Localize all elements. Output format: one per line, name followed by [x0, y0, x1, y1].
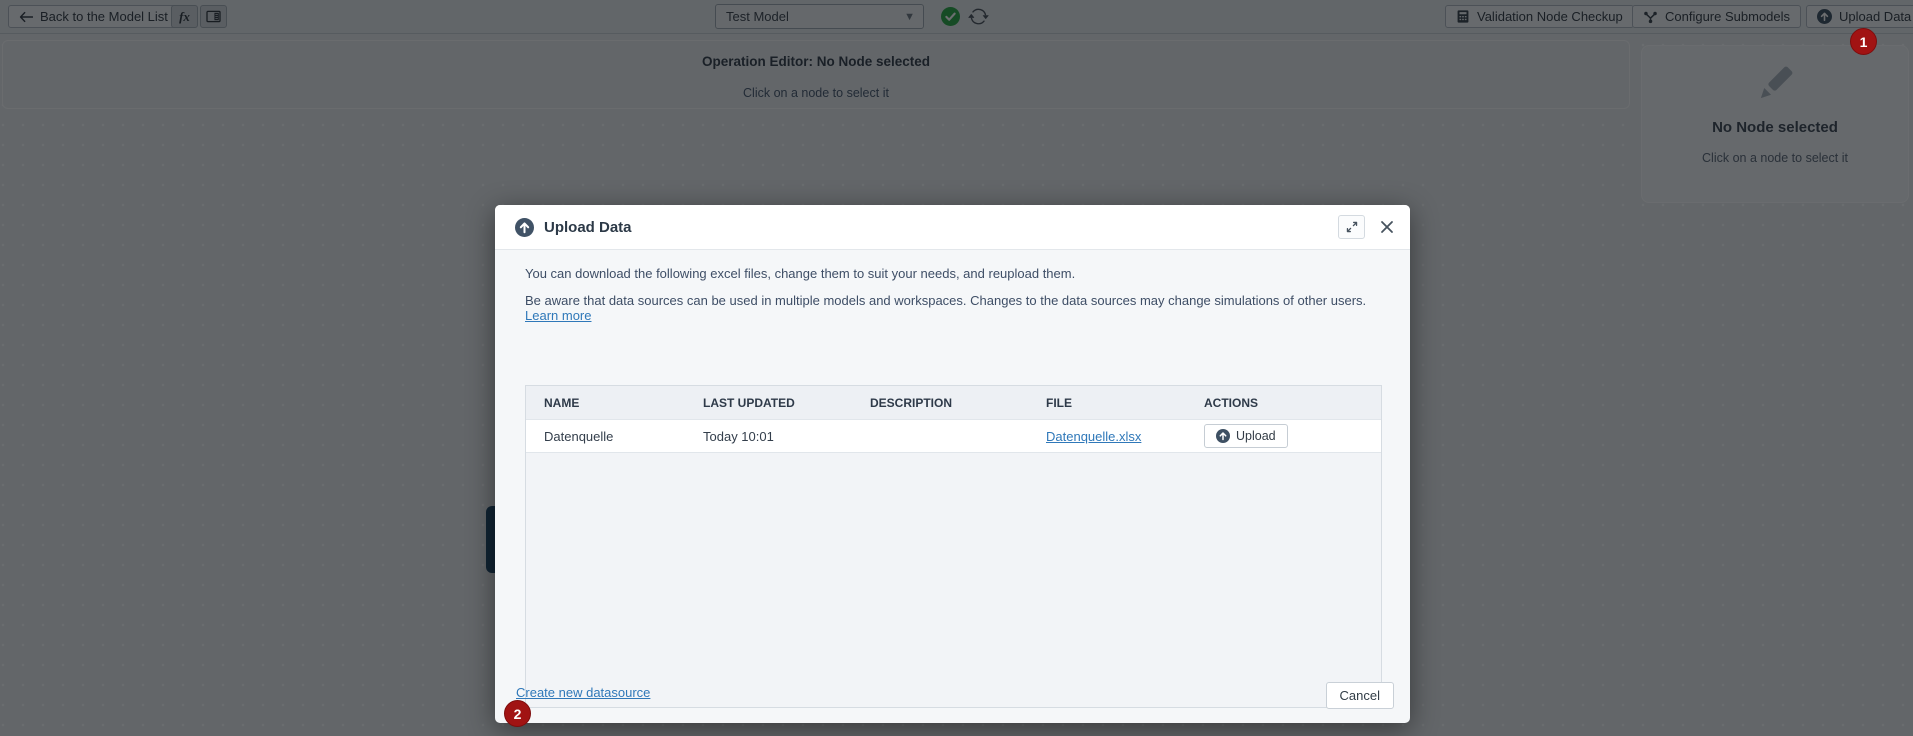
- row-upload-label: Upload: [1236, 429, 1276, 443]
- cell-last-updated: Today 10:01: [703, 429, 870, 444]
- col-description: DESCRIPTION: [870, 396, 1046, 410]
- datasource-table: NAME LAST UPDATED DESCRIPTION FILE ACTIO…: [525, 385, 1382, 708]
- learn-more-link[interactable]: Learn more: [525, 308, 591, 323]
- modal-title: Upload Data: [544, 219, 632, 236]
- modal-header: Upload Data: [495, 205, 1410, 250]
- app-screen: Back to the Model List fx Test Model ▼: [0, 0, 1913, 736]
- col-file: FILE: [1046, 396, 1204, 410]
- intro-line-2: Be aware that data sources can be used i…: [525, 293, 1380, 324]
- modal-body: You can download the following excel fil…: [495, 250, 1410, 723]
- col-actions: ACTIONS: [1204, 396, 1381, 410]
- expand-modal-button[interactable]: [1338, 215, 1365, 239]
- create-new-datasource-link[interactable]: Create new datasource: [516, 685, 650, 700]
- cell-name: Datenquelle: [544, 429, 703, 444]
- upload-data-modal: Upload Data You can download the followi…: [495, 205, 1410, 723]
- upload-circle-icon: [515, 218, 534, 237]
- step-badge-2: 2: [504, 700, 531, 727]
- cancel-button[interactable]: Cancel: [1326, 682, 1394, 709]
- expand-arrows-icon: [1345, 220, 1359, 234]
- table-row: Datenquelle Today 10:01 Datenquelle.xlsx: [526, 419, 1381, 453]
- upload-circle-icon: [1216, 429, 1230, 443]
- intro-line-1: You can download the following excel fil…: [525, 266, 1380, 282]
- step-badge-1: 1: [1850, 28, 1877, 55]
- close-icon[interactable]: [1380, 220, 1394, 234]
- row-upload-button[interactable]: Upload: [1204, 424, 1288, 448]
- col-last-updated: LAST UPDATED: [703, 396, 870, 410]
- table-header-row: NAME LAST UPDATED DESCRIPTION FILE ACTIO…: [526, 386, 1381, 419]
- datasource-file-link[interactable]: Datenquelle.xlsx: [1046, 429, 1141, 444]
- col-name: NAME: [544, 396, 703, 410]
- modal-intro: You can download the following excel fil…: [495, 250, 1410, 324]
